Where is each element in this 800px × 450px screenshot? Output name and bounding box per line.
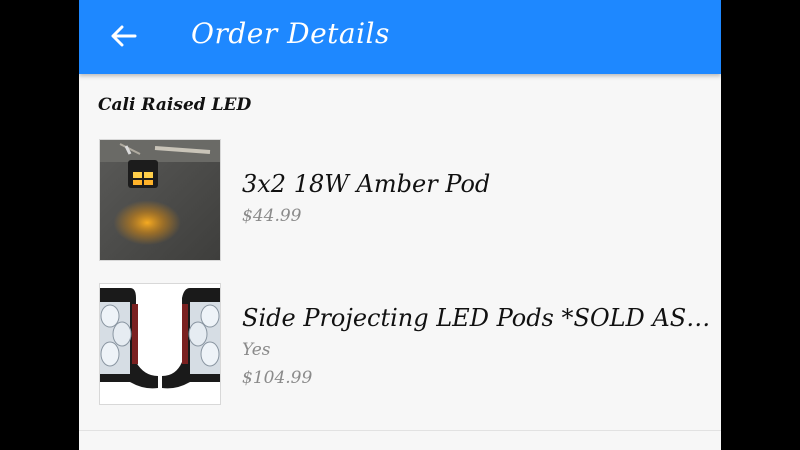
item-option: Yes <box>242 340 271 360</box>
item-details: 3x2 18W Amber Pod $44.99 <box>242 167 712 229</box>
amber-pod-photo <box>100 140 220 260</box>
item-price: $44.99 <box>242 206 302 226</box>
item-title: 3x2 18W Amber Pod <box>242 170 491 198</box>
back-button[interactable] <box>101 14 145 58</box>
item-thumbnail <box>99 139 221 261</box>
order-item[interactable]: 3x2 18W Amber Pod $44.99 <box>79 139 721 267</box>
item-thumbnail <box>99 283 221 405</box>
page-title: Order Details <box>191 17 390 50</box>
side-projecting-pods-photo <box>100 284 220 404</box>
item-price: $104.99 <box>242 368 313 388</box>
store-name: Cali Raised LED <box>98 95 252 115</box>
app-bar: Order Details <box>79 0 721 74</box>
order-details-screen: Order Details Cali Raised LED 3x2 18W Am… <box>79 0 721 450</box>
divider <box>79 430 721 431</box>
order-item[interactable]: Side Projecting LED Pods *SOLD AS PAI...… <box>79 283 721 411</box>
arrow-left-icon <box>111 25 137 47</box>
item-details: Side Projecting LED Pods *SOLD AS PAI...… <box>242 301 712 391</box>
item-title: Side Projecting LED Pods *SOLD AS PAI... <box>242 304 712 332</box>
